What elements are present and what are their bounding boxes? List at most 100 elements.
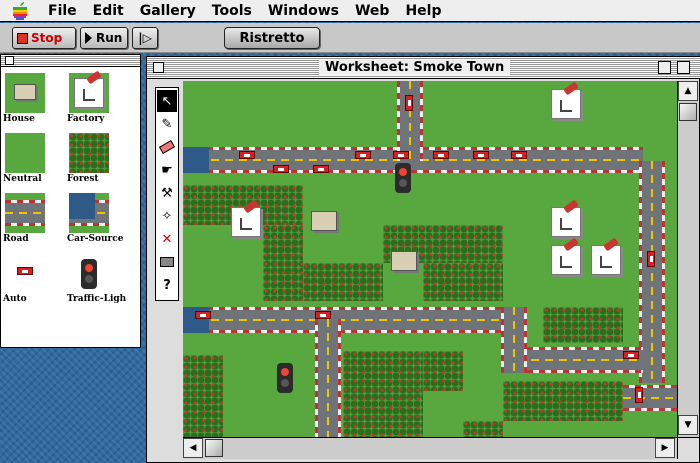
house <box>311 211 337 231</box>
forest-tile <box>503 381 623 421</box>
hammer-tool-icon[interactable]: ⚒ <box>157 182 177 204</box>
palette-label-traffic-light: Traffic-Ligh <box>67 294 127 304</box>
road-segment <box>315 319 341 437</box>
eraser-tool-icon[interactable] <box>157 136 177 158</box>
palette-close-box[interactable] <box>5 56 14 65</box>
factory <box>591 237 621 275</box>
palette-label-car-source: Car-Source <box>67 234 124 244</box>
traffic-light <box>277 363 293 393</box>
run-button[interactable]: Run <box>80 27 128 49</box>
auto <box>393 151 409 159</box>
palette-label-neutral: Neutral <box>3 174 42 184</box>
traffic-light <box>395 163 411 193</box>
road-segment <box>183 307 513 333</box>
traffic-light-icon <box>69 253 109 293</box>
palette-item-factory[interactable]: Factory <box>65 69 129 129</box>
car-source <box>183 147 209 173</box>
ristretto-label: Ristretto <box>239 30 305 46</box>
palette-label-factory: Factory <box>67 114 105 124</box>
auto <box>195 311 211 319</box>
vertical-scroll-thumb[interactable] <box>679 103 697 121</box>
auto <box>511 151 527 159</box>
menu-web[interactable]: Web <box>347 3 397 19</box>
hand-tool-icon[interactable]: ☛ <box>157 159 177 181</box>
auto <box>473 151 489 159</box>
resize-grow-box[interactable] <box>677 437 699 459</box>
worksheet-collapse-box[interactable] <box>677 61 690 74</box>
auto <box>635 387 643 403</box>
stop-button[interactable]: Stop <box>12 27 76 49</box>
palette-item-forest[interactable]: Forest <box>65 129 129 189</box>
worksheet-window: Worksheet: Smoke Town ↖ ✎ ☛ ⚒ ✧ ✕ ? ▲ ▼ … <box>146 56 700 463</box>
forest-tile <box>423 351 463 391</box>
grid-tool-icon[interactable] <box>157 251 177 273</box>
step-icon: |▷ <box>138 31 152 45</box>
worksheet-title: Worksheet: Smoke Town <box>319 60 511 75</box>
palette-item-auto[interactable]: Auto <box>1 249 65 309</box>
palette-title-bar[interactable] <box>1 55 140 67</box>
menu-windows[interactable]: Windows <box>260 3 347 19</box>
scroll-left-arrow-icon[interactable]: ◀ <box>183 438 203 458</box>
apple-menu-icon[interactable] <box>0 1 40 20</box>
worksheet-close-box[interactable] <box>153 62 164 73</box>
horizontal-scroll-thumb[interactable] <box>205 439 223 457</box>
play-icon <box>85 32 92 44</box>
worksheet-zoom-box[interactable] <box>658 61 671 74</box>
forest-icon <box>69 133 109 173</box>
palette-label-house: House <box>3 114 35 124</box>
house <box>391 251 417 271</box>
gallery-palette: House Factory Neutral Forest Road Car-So… <box>0 54 141 348</box>
road-icon <box>5 193 45 233</box>
vertical-scrollbar[interactable]: ▲ ▼ <box>677 81 699 437</box>
auto <box>623 351 639 359</box>
horizontal-scrollbar[interactable]: ◀ ▶ <box>183 437 677 459</box>
scroll-right-arrow-icon[interactable]: ▶ <box>655 438 675 458</box>
palette-item-road[interactable]: Road <box>1 189 65 249</box>
step-button[interactable]: |▷ <box>132 27 158 49</box>
neutral-icon <box>5 133 45 173</box>
worksheet-title-bar[interactable]: Worksheet: Smoke Town <box>147 57 700 79</box>
forest-tile <box>303 263 383 301</box>
tool-palette: ↖ ✎ ☛ ⚒ ✧ ✕ ? <box>155 87 179 301</box>
menu-edit[interactable]: Edit <box>85 3 132 19</box>
factory-icon <box>69 70 109 113</box>
auto <box>273 165 289 173</box>
auto <box>355 151 371 159</box>
help-tool-icon[interactable]: ? <box>157 274 177 296</box>
forest-tile <box>543 307 623 343</box>
palette-label-auto: Auto <box>3 294 27 304</box>
scroll-up-arrow-icon[interactable]: ▲ <box>678 81 698 101</box>
factory <box>551 81 581 119</box>
disconnect-tool-icon[interactable]: ✕ <box>157 228 177 250</box>
forest-tile <box>343 351 423 437</box>
factory <box>231 199 261 237</box>
palette-label-road: Road <box>3 234 29 244</box>
car-source-icon <box>69 193 109 233</box>
palette-item-house[interactable]: House <box>1 69 65 129</box>
palette-item-neutral[interactable]: Neutral <box>1 129 65 189</box>
menu-file[interactable]: File <box>40 3 85 19</box>
auto <box>405 95 413 111</box>
stop-label: Stop <box>31 31 63 45</box>
arrow-tool-icon[interactable]: ↖ <box>157 90 177 112</box>
pencil-tool-icon[interactable]: ✎ <box>157 113 177 135</box>
run-label: Run <box>96 31 123 45</box>
road-segment <box>501 307 527 373</box>
auto <box>647 251 655 267</box>
palette-item-car-source[interactable]: Car-Source <box>65 189 129 249</box>
scroll-down-arrow-icon[interactable]: ▼ <box>678 415 698 435</box>
wand-tool-icon[interactable]: ✧ <box>157 205 177 227</box>
menu-tools[interactable]: Tools <box>204 3 260 19</box>
factory <box>551 237 581 275</box>
menu-help[interactable]: Help <box>397 3 449 19</box>
forest-tile <box>423 263 503 301</box>
control-toolbar: Stop Run |▷ Ristretto <box>0 23 700 53</box>
ristretto-button[interactable]: Ristretto <box>224 27 320 49</box>
worksheet-canvas[interactable] <box>183 81 677 437</box>
auto <box>433 151 449 159</box>
menu-gallery[interactable]: Gallery <box>132 3 204 19</box>
forest-tile <box>463 421 503 437</box>
palette-item-traffic-light[interactable]: Traffic-Ligh <box>65 249 129 309</box>
house-icon <box>5 73 45 113</box>
auto <box>239 151 255 159</box>
